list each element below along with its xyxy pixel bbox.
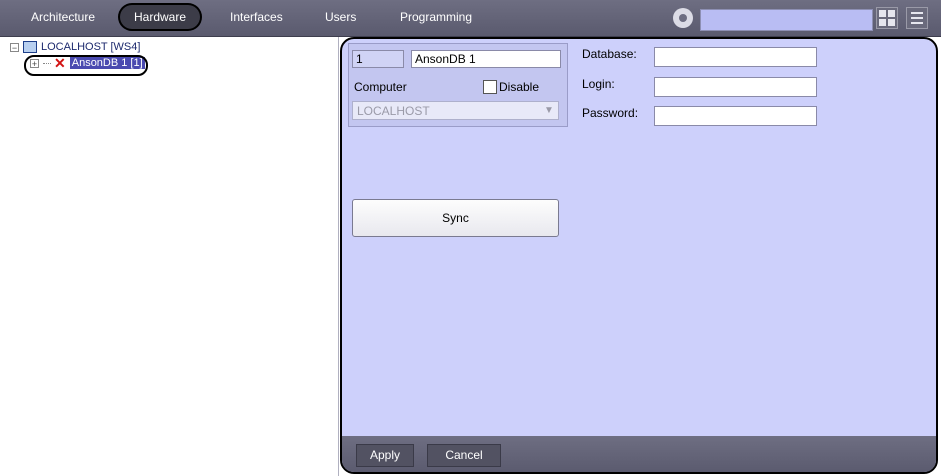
tab-architecture[interactable]: Architecture: [31, 10, 95, 24]
sync-button[interactable]: Sync: [352, 199, 559, 237]
hardware-tree: − LOCALHOST [WS4] + ✕ AnsonDB 1 [1]: [0, 37, 339, 476]
tree-node-label: LOCALHOST [WS4]: [41, 41, 141, 53]
layout-grid-icon[interactable]: [876, 7, 898, 29]
computer-icon: [23, 41, 37, 53]
disable-label: Disable: [499, 80, 540, 94]
search-input[interactable]: [700, 9, 873, 31]
object-name-field[interactable]: AnsonDB 1: [411, 50, 561, 68]
cancel-button[interactable]: Cancel: [427, 444, 501, 467]
disable-checkbox[interactable]: [483, 80, 497, 94]
selection-highlight: [24, 55, 148, 76]
chevron-down-icon[interactable]: ▼: [542, 104, 556, 117]
tab-users[interactable]: Users: [325, 10, 356, 24]
tab-hardware[interactable]: Hardware: [120, 5, 201, 29]
database-field[interactable]: [654, 47, 817, 67]
top-menu-bar: Architecture Hardware Interfaces Users P…: [0, 0, 941, 37]
tree-node-localhost[interactable]: − LOCALHOST [WS4]: [10, 39, 140, 55]
settings-gear-icon[interactable]: [673, 8, 693, 28]
login-label: Login:: [582, 77, 615, 91]
panel-footer: Apply Cancel: [342, 436, 936, 472]
tab-interfaces[interactable]: Interfaces: [230, 10, 283, 24]
password-label: Password:: [582, 106, 639, 120]
computer-select[interactable]: LOCALHOST ▼: [352, 101, 559, 120]
login-field[interactable]: [654, 77, 817, 97]
apply-button[interactable]: Apply: [356, 444, 414, 467]
menu-list-icon[interactable]: [906, 7, 928, 29]
database-label: Database:: [582, 47, 637, 61]
settings-panel: 1 AnsonDB 1 Computer Disable LOCALHOST ▼…: [340, 37, 938, 474]
object-id-field[interactable]: 1: [352, 50, 404, 68]
password-field[interactable]: [654, 106, 817, 126]
object-properties-box: 1 AnsonDB 1 Computer Disable LOCALHOST ▼: [348, 43, 568, 127]
computer-label: Computer: [354, 80, 407, 94]
collapse-icon[interactable]: −: [10, 42, 19, 52]
tab-programming[interactable]: Programming: [400, 10, 472, 24]
computer-select-value: LOCALHOST: [357, 104, 430, 118]
